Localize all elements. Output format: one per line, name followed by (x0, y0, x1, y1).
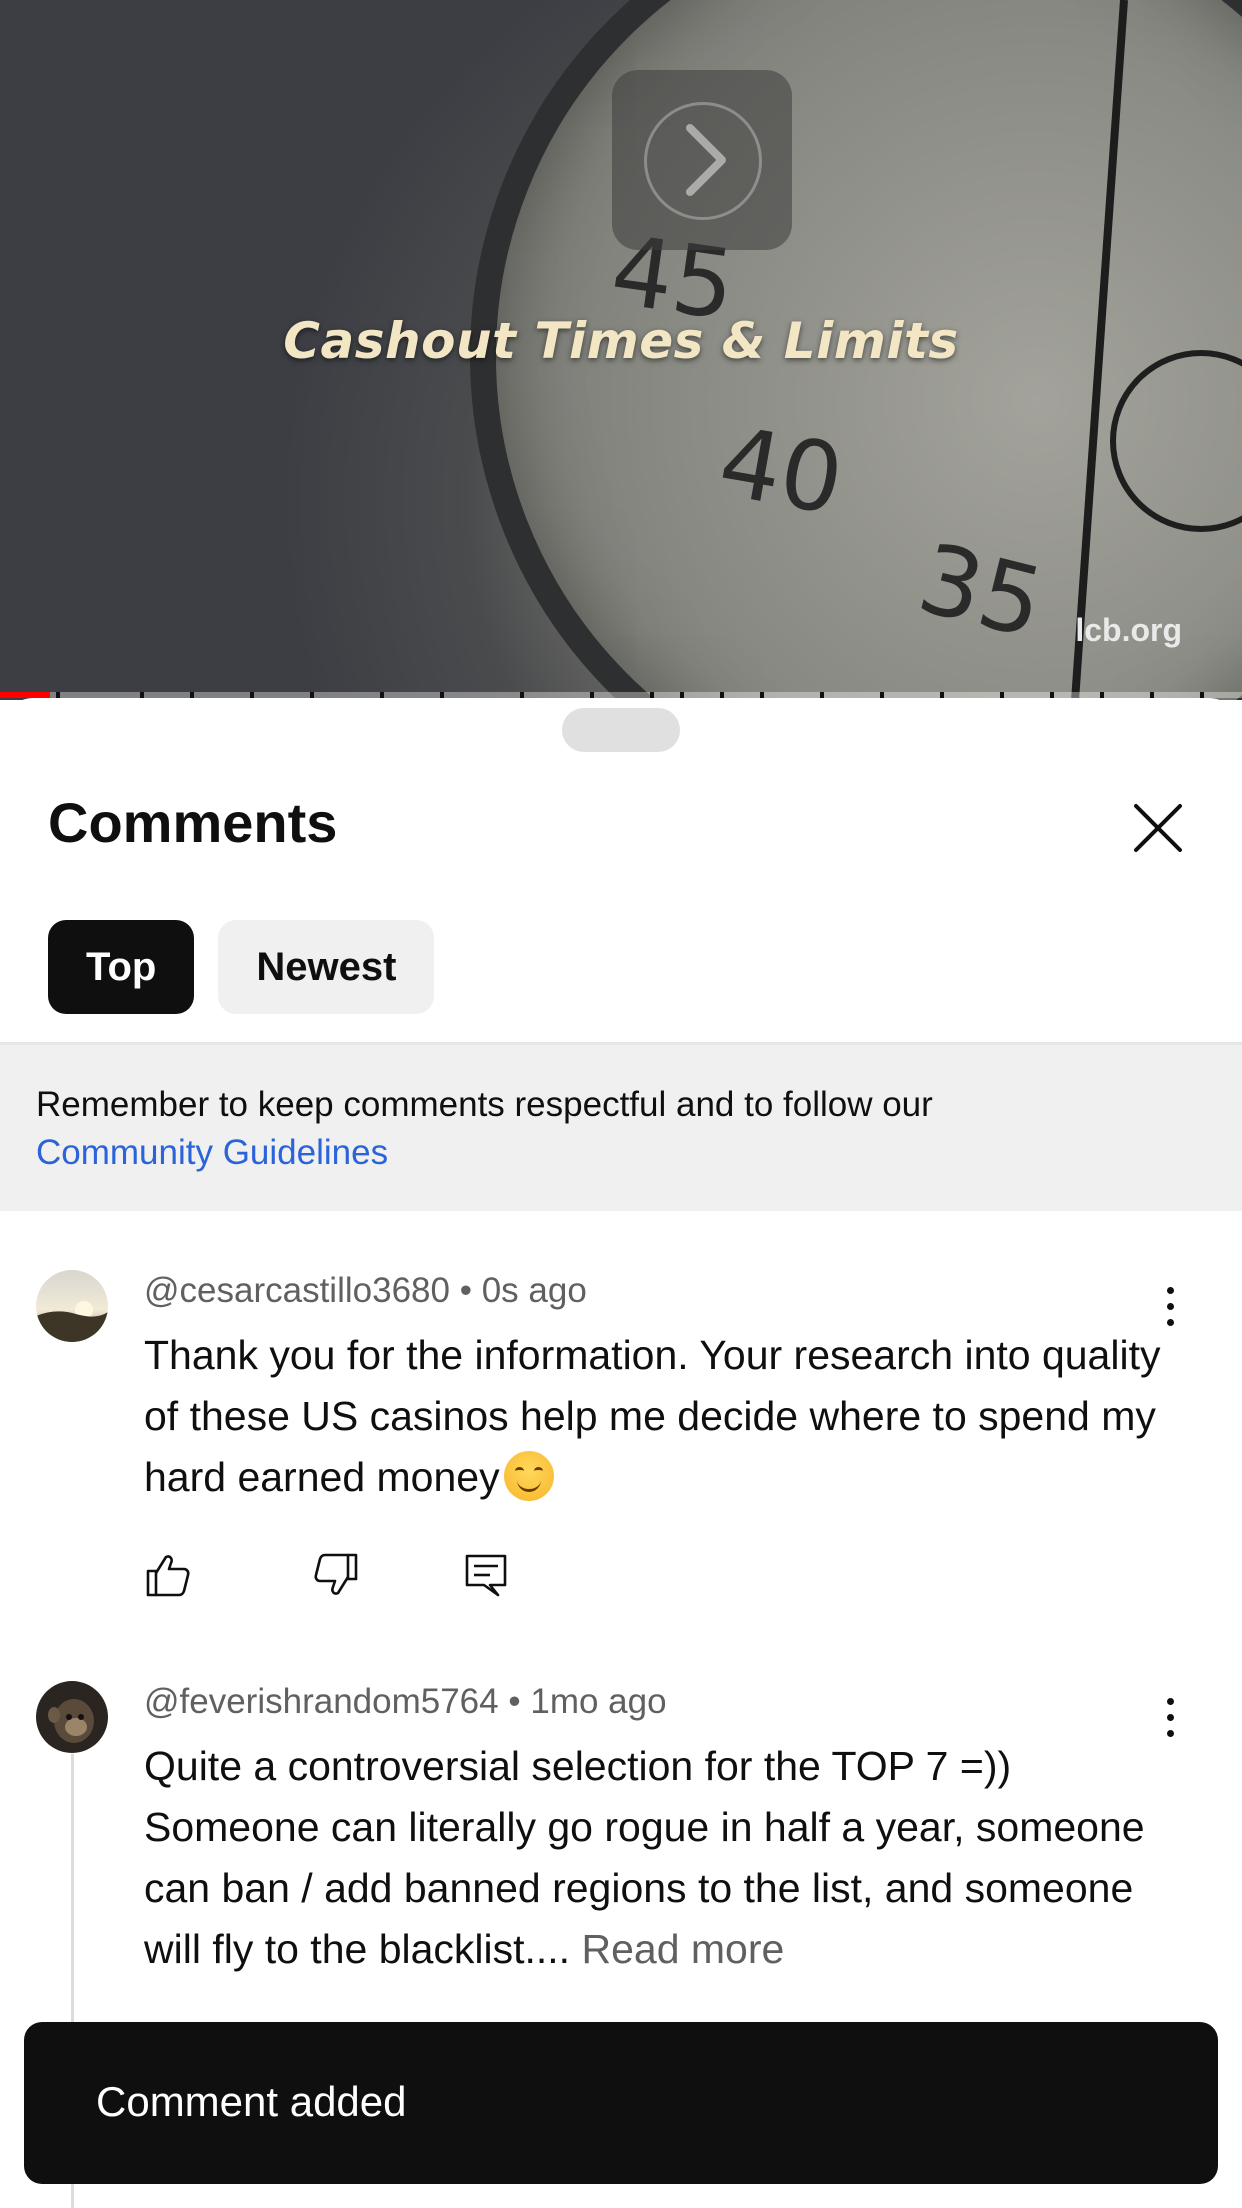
comment-text: Thank you for the information. Your rese… (144, 1325, 1164, 1508)
reply-button[interactable] (462, 1551, 510, 1599)
avatar-landscape-image (36, 1270, 108, 1342)
video-watermark: lcb.org (1075, 612, 1182, 648)
tab-top[interactable]: Top (48, 920, 195, 1014)
toast-message: Comment added (96, 2078, 407, 2125)
chevron-right-icon (686, 124, 726, 196)
comments-sheet: Comments Top Newest Remember to keep com… (0, 698, 1242, 2208)
read-more-link[interactable]: Read more (581, 1926, 784, 1972)
notice-text: Remember to keep comments respectful and… (36, 1085, 933, 1124)
comments-title: Comments (48, 791, 338, 854)
close-button[interactable] (1128, 798, 1188, 858)
tab-newest[interactable]: Newest (218, 920, 435, 1014)
dislike-button[interactable] (312, 1551, 360, 1599)
like-button[interactable] (144, 1551, 192, 1599)
comment-meta: @feverishrandom5764 • 1mo ago (144, 1682, 667, 1722)
meta-separator: • (459, 1271, 472, 1310)
close-icon (1134, 804, 1182, 852)
sort-tabs: Top Newest (48, 920, 435, 1014)
comment-time: 0s ago (481, 1271, 587, 1310)
meta-separator: • (508, 1682, 521, 1721)
video-player[interactable]: 45 40 35 Cashout Times & Limits lcb.org (0, 0, 1242, 700)
comment-author[interactable]: @feverishrandom5764 (144, 1682, 499, 1721)
avatar-monkey-image (36, 1681, 108, 1753)
avatar[interactable] (36, 1270, 108, 1342)
reply-comment-icon (465, 1554, 507, 1597)
next-video-button[interactable] (612, 70, 792, 250)
comment-body: Thank you for the information. Your rese… (144, 1332, 1161, 1500)
sheet-drag-handle[interactable] (562, 708, 680, 752)
thumbs-down-icon (314, 1553, 358, 1595)
comment-item: @cesarcastillo3680 • 0s ago Thank you fo… (0, 1263, 1242, 1663)
avatar[interactable] (36, 1681, 108, 1753)
community-notice: Remember to keep comments respectful and… (0, 1045, 1242, 1211)
thumbs-up-icon (146, 1555, 190, 1597)
video-overlay-title: Cashout Times & Limits (283, 312, 959, 370)
community-guidelines-link[interactable]: Community Guidelines (36, 1133, 388, 1172)
comment-text: Quite a controversial selection for the … (144, 1736, 1164, 1980)
dial-number-40: 40 (711, 405, 851, 537)
smiling-face-emoji-icon (503, 1451, 554, 1501)
comment-meta: @cesarcastillo3680 • 0s ago (144, 1271, 587, 1311)
snackbar-toast: Comment added (24, 2022, 1218, 2184)
comment-time: 1mo ago (530, 1682, 667, 1721)
comment-author[interactable]: @cesarcastillo3680 (144, 1271, 450, 1310)
